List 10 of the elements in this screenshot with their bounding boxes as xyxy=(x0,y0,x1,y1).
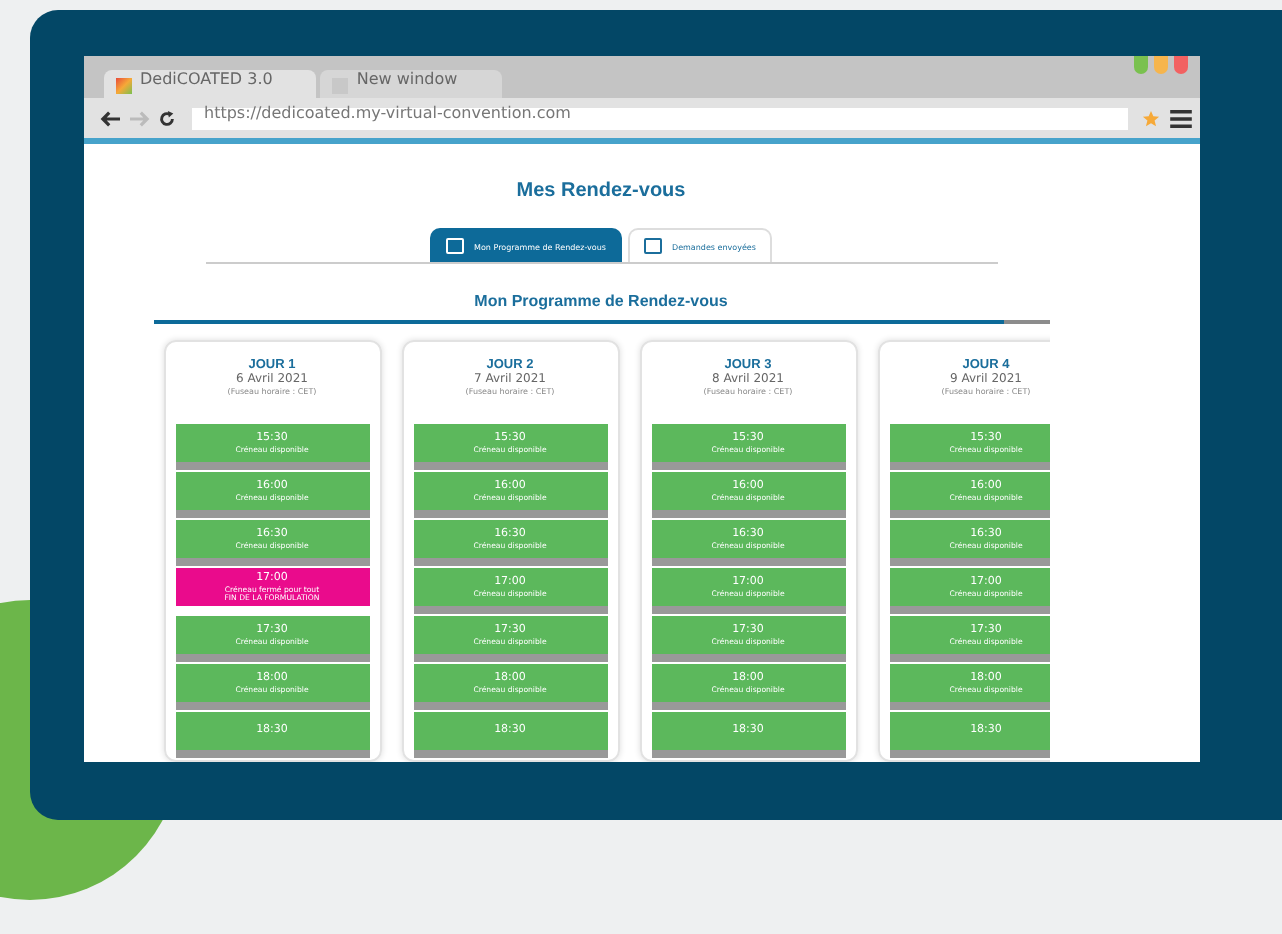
address-field[interactable]: https://dedicoated.my-virtual-convention.com xyxy=(192,107,1128,129)
browser-tab[interactable]: New window xyxy=(320,70,502,98)
favicon-icon xyxy=(116,78,132,94)
star-icon[interactable] xyxy=(1142,109,1160,127)
page-title: Mes Rendez-vous xyxy=(516,180,686,202)
reload-icon[interactable] xyxy=(156,109,178,127)
section-title: Mon Programme de Rendez-vous xyxy=(474,292,728,310)
menu-icon[interactable] xyxy=(1170,109,1192,127)
back-arrow-icon[interactable] xyxy=(100,109,122,127)
browser-tab[interactable]: DediCOATED 3.0 xyxy=(104,70,317,98)
